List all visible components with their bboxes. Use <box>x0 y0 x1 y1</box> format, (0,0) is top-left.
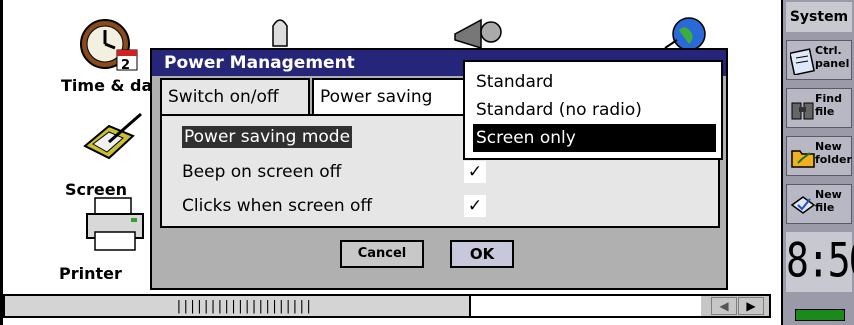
find-label-line1: Find <box>815 92 842 105</box>
sidebar-item-find-file[interactable]: Find file <box>786 88 852 128</box>
sidebar-item-label: Find file <box>815 92 851 118</box>
newfile-label-line1: New <box>815 188 842 201</box>
folder-label-line2: folder <box>815 153 852 166</box>
tab-switch-on-off[interactable]: Switch on/off <box>160 78 310 114</box>
bell-icon[interactable] <box>265 10 335 48</box>
control-panel-icon <box>790 48 815 75</box>
sidebar-item-label: Ctrl. panel <box>815 44 851 70</box>
scroll-track[interactable] <box>471 296 701 316</box>
svg-text:2: 2 <box>121 58 130 73</box>
binoculars-icon <box>791 102 814 120</box>
power-saving-mode-dropdown[interactable]: Standard Standard (no radio) Screen only <box>463 60 723 160</box>
folder-label-line1: New <box>815 140 842 153</box>
scroll-right-button[interactable]: ▶ <box>738 297 764 315</box>
folder-icon <box>791 150 815 168</box>
find-label-line2: file <box>815 105 835 118</box>
sidebar-item-label: New file <box>815 188 851 214</box>
system-sidebar: System Ctrl. panel Find file New folder … <box>781 0 854 325</box>
pen-icon[interactable] <box>79 106 149 166</box>
sidebar-title: System <box>786 2 852 32</box>
clicks-when-screen-off-label: Clicks when screen off <box>182 196 373 216</box>
new-file-icon <box>790 196 816 214</box>
cancel-button[interactable]: Cancel <box>340 240 424 268</box>
ok-button[interactable]: OK <box>450 240 514 268</box>
sidebar-item-ctrl-panel[interactable]: Ctrl. panel <box>786 40 852 80</box>
clock-time: 8:50 <box>786 232 854 288</box>
scroll-grip: |||||||||||||||||||| <box>175 299 313 314</box>
clicks-checkbox[interactable]: ✓ <box>464 195 486 217</box>
screen: 2 Time & da Screen Printer |||||||||||||… <box>0 0 854 325</box>
battery-indicator <box>795 309 845 321</box>
horizontal-scrollbar[interactable]: |||||||||||||||||||| ◀ ▶ <box>3 294 771 318</box>
ctrl-label-line1: Ctrl. <box>815 44 842 57</box>
sidebar-item-new-file[interactable]: New file <box>786 184 852 224</box>
newfile-label-line2: file <box>815 201 835 214</box>
beep-checkbox[interactable]: ✓ <box>464 161 486 183</box>
globe-icon[interactable] <box>659 10 729 51</box>
sidebar-item-new-folder[interactable]: New folder <box>786 136 852 176</box>
scroll-thumb[interactable]: |||||||||||||||||||| <box>5 296 471 316</box>
tab-power-saving[interactable]: Power saving <box>312 78 472 114</box>
clock-display: 8:50 <box>786 232 854 292</box>
time-date-label: Time & da <box>61 76 153 95</box>
printer-icon[interactable] <box>81 196 151 256</box>
clock-icon[interactable]: 2 <box>75 14 145 74</box>
dropdown-option-standard[interactable]: Standard <box>473 68 716 96</box>
megaphone-icon[interactable] <box>451 10 521 50</box>
printer-label: Printer <box>59 264 122 283</box>
dropdown-option-screen-only[interactable]: Screen only <box>473 124 716 152</box>
power-saving-mode-label[interactable]: Power saving mode <box>182 126 353 148</box>
beep-on-screen-off-label: Beep on screen off <box>182 162 342 182</box>
dropdown-option-standard-no-radio[interactable]: Standard (no radio) <box>473 96 716 124</box>
sidebar-item-label: New folder <box>815 140 852 166</box>
ctrl-label-line2: panel <box>815 57 850 70</box>
scroll-left-button[interactable]: ◀ <box>711 297 737 315</box>
